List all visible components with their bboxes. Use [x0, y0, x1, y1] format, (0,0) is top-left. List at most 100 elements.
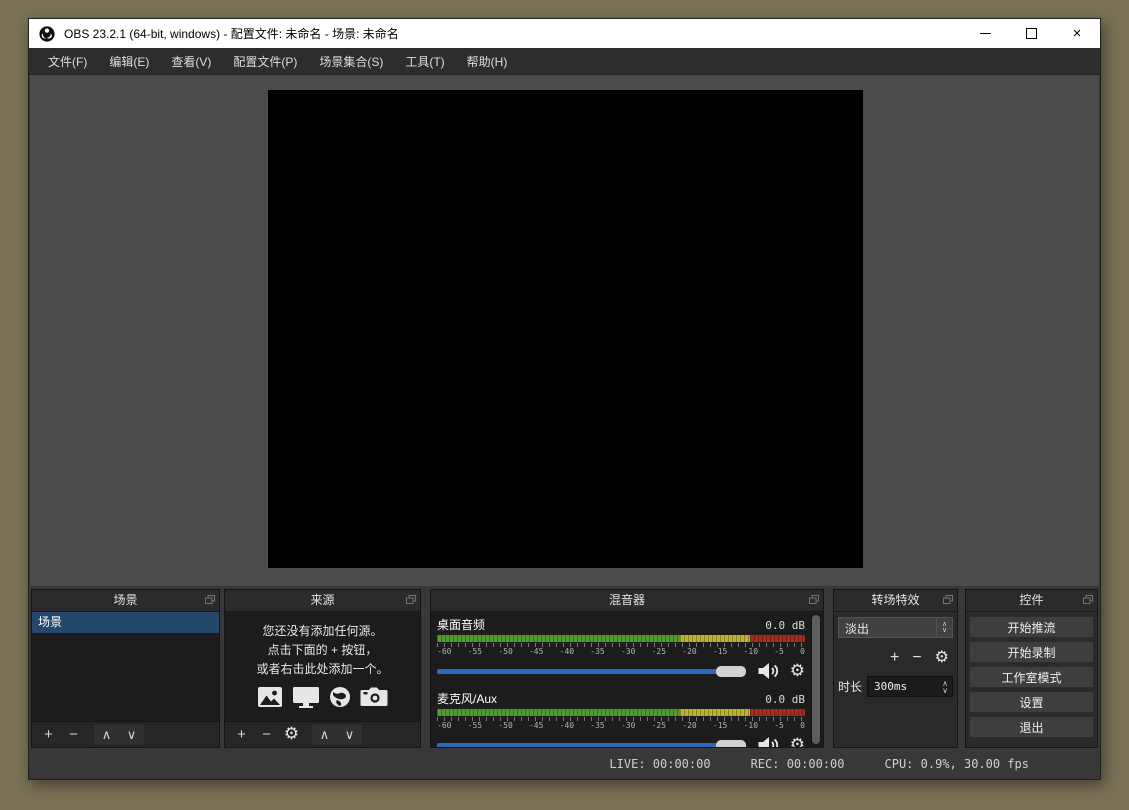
scenes-panel: 场景 场景 + − ∧ ∨ [31, 589, 220, 748]
add-transition-button[interactable]: + [890, 649, 899, 667]
menu-help[interactable]: 帮助(H) [456, 49, 519, 74]
sources-toolbar: + − ⚙ ∧ ∨ [225, 721, 420, 747]
minimize-button[interactable] [962, 19, 1008, 48]
menu-file[interactable]: 文件(F) [37, 49, 98, 74]
scene-order-group: ∧ ∨ [94, 724, 144, 745]
close-button[interactable]: × [1054, 19, 1100, 48]
meter-scale-labels: -60-55-50-45-40-35-30-25-20-15-10-50 [437, 721, 805, 730]
source-move-up-button[interactable]: ∧ [312, 724, 337, 745]
tick-label: -40 [560, 647, 574, 656]
scenes-panel-header[interactable]: 场景 [32, 590, 219, 612]
minimize-icon [980, 33, 991, 34]
speaker-icon[interactable] [757, 736, 779, 747]
close-icon: × [1073, 26, 1082, 41]
meter-red-zone [750, 635, 805, 642]
mixer-panel-header[interactable]: 混音器 [431, 590, 823, 612]
channel-level-db: 0.0 dB [765, 619, 805, 632]
tick-label: -60 [437, 721, 451, 730]
source-properties-button[interactable]: ⚙ [279, 724, 304, 745]
sources-panel-header[interactable]: 来源 [225, 590, 420, 612]
remove-scene-button[interactable]: − [61, 724, 86, 745]
spinner-arrows-icon[interactable]: ∧∨ [938, 680, 952, 694]
scene-move-down-button[interactable]: ∨ [119, 724, 144, 745]
sources-empty-line-3: 或者右击此处添加一个。 [225, 660, 420, 679]
add-scene-button[interactable]: + [36, 724, 61, 745]
meter-red-zone [750, 709, 805, 716]
menu-view[interactable]: 查看(V) [160, 49, 222, 74]
sources-empty-state[interactable]: 您还没有添加任何源。 点击下面的 + 按钮， 或者右击此处添加一个。 [225, 612, 420, 721]
tick-label: -40 [560, 721, 574, 730]
tick-label: -10 [744, 647, 758, 656]
tick-label: -5 [774, 647, 784, 656]
program-canvas[interactable] [268, 90, 863, 568]
mixer-panel-title: 混音器 [609, 593, 645, 607]
duration-value: 300ms [868, 680, 938, 693]
transition-properties-gear-icon[interactable]: ⚙ [935, 649, 949, 667]
channel-name: 麦克风/Aux [437, 690, 497, 707]
panel-float-icon [1083, 595, 1093, 604]
exit-button[interactable]: 退出 [969, 716, 1094, 738]
volume-slider-handle[interactable] [716, 740, 746, 748]
source-type-icons [225, 686, 420, 708]
channel-settings-gear-icon[interactable]: ⚙ [790, 737, 805, 748]
add-source-button[interactable]: + [229, 724, 254, 745]
sources-panel-title: 来源 [310, 593, 334, 607]
tick-label: -45 [529, 647, 543, 656]
scene-move-up-button[interactable]: ∧ [94, 724, 119, 745]
studio-mode-button[interactable]: 工作室模式 [969, 666, 1094, 688]
channel-settings-gear-icon[interactable]: ⚙ [790, 663, 805, 680]
channel-name: 桌面音频 [437, 616, 485, 633]
meter-green-zone [437, 635, 680, 642]
window-title: OBS 23.2.1 (64-bit, windows) - 配置文件: 未命名… [64, 25, 399, 42]
tick-label: -5 [774, 721, 784, 730]
statusbar: LIVE: 00:00:00 REC: 00:00:00 CPU: 0.9%, … [30, 750, 1099, 778]
combo-arrows-icon: ∧∨ [936, 618, 952, 637]
mixer-panel: 混音器 桌面音频 0.0 dB -60-55-50-45-40-35-30-25… [430, 589, 824, 748]
tick-label: -35 [590, 721, 604, 730]
meter-tickmarks [437, 717, 805, 721]
menu-tools[interactable]: 工具(T) [394, 49, 455, 74]
menubar: 文件(F) 编辑(E) 查看(V) 配置文件(P) 场景集合(S) 工具(T) … [29, 48, 1100, 75]
obs-main-window: OBS 23.2.1 (64-bit, windows) - 配置文件: 未命名… [28, 18, 1101, 780]
meter-green-zone [437, 709, 680, 716]
maximize-button[interactable] [1008, 19, 1054, 48]
tick-label: -25 [652, 721, 666, 730]
menu-profile[interactable]: 配置文件(P) [222, 49, 308, 74]
transition-select[interactable]: 淡出 ∧∨ [838, 617, 953, 638]
preview-area [30, 75, 1099, 586]
source-move-down-button[interactable]: ∨ [337, 724, 362, 745]
meter-tickmarks [437, 643, 805, 647]
panel-float-icon [809, 595, 819, 604]
meter-scale-labels: -60-55-50-45-40-35-30-25-20-15-10-50 [437, 647, 805, 656]
mixer-scrollbar[interactable] [811, 614, 821, 745]
remove-source-button[interactable]: − [254, 724, 279, 745]
transitions-panel-header[interactable]: 转场特效 [834, 590, 957, 612]
duration-spinbox[interactable]: 300ms ∧∨ [867, 676, 953, 697]
start-recording-button[interactable]: 开始录制 [969, 641, 1094, 663]
tick-label: -15 [713, 647, 727, 656]
volume-slider[interactable] [437, 743, 746, 748]
panel-float-icon [205, 595, 215, 604]
volume-slider-handle[interactable] [716, 666, 746, 677]
remove-transition-button[interactable]: − [912, 649, 921, 667]
mixer-body: 桌面音频 0.0 dB -60-55-50-45-40-35-30-25-20-… [431, 612, 823, 747]
scene-list: 场景 [32, 612, 219, 721]
scene-list-item[interactable]: 场景 [32, 612, 219, 633]
mixer-channel-mic-aux: 麦克风/Aux 0.0 dB -60-55-50-45-40-35-30-25-… [437, 690, 805, 747]
start-streaming-button[interactable]: 开始推流 [969, 616, 1094, 638]
speaker-icon[interactable] [757, 662, 779, 680]
settings-button[interactable]: 设置 [969, 691, 1094, 713]
cpu-fps: CPU: 0.9%, 30.00 fps [885, 757, 1030, 771]
controls-panel-header[interactable]: 控件 [966, 590, 1097, 612]
mixer-scrollbar-thumb[interactable] [812, 615, 820, 744]
menu-edit[interactable]: 编辑(E) [98, 49, 160, 74]
panel-float-icon [406, 595, 416, 604]
tick-label: -25 [652, 647, 666, 656]
menu-scene-collection[interactable]: 场景集合(S) [308, 49, 394, 74]
volume-slider[interactable] [437, 669, 746, 674]
tick-label: -20 [682, 647, 696, 656]
sources-empty-line-2: 点击下面的 + 按钮， [225, 641, 420, 660]
transitions-body: 淡出 ∧∨ + − ⚙ 时长 300ms ∧∨ [834, 612, 957, 747]
sources-panel: 来源 您还没有添加任何源。 点击下面的 + 按钮， 或者右击此处添加一个。 [224, 589, 421, 748]
tick-label: -30 [621, 721, 635, 730]
